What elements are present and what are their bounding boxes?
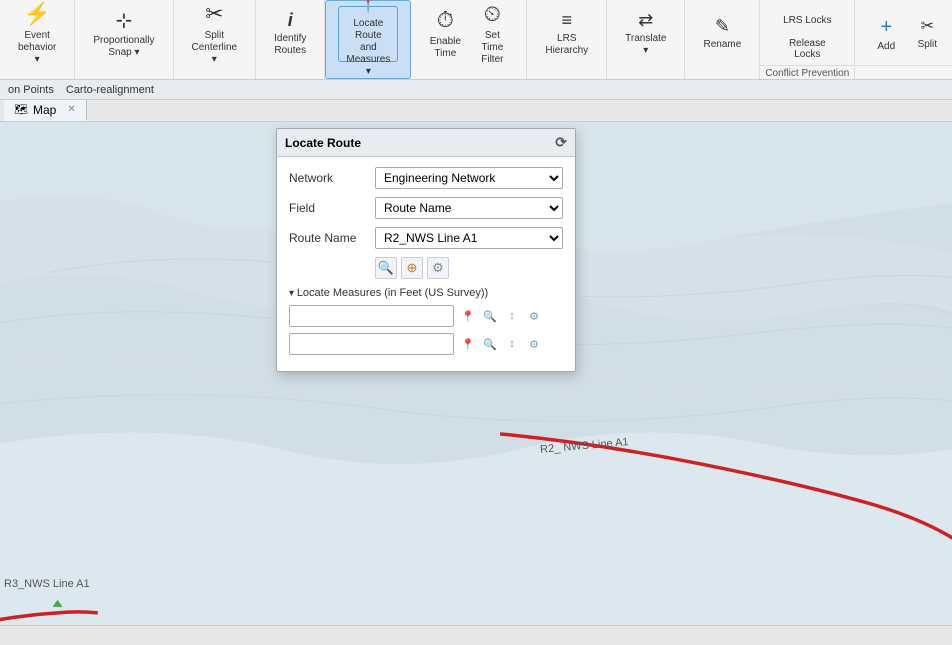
identify-label: Identify Routes [274, 33, 306, 57]
add-button[interactable]: + Add [867, 8, 905, 60]
map-tab-close[interactable]: ✕ [67, 104, 75, 115]
measure-row-2: 📍 🔍 ↕ ⚙ [289, 333, 563, 355]
set-time-filter-button[interactable]: ⏲ Set Time Filter [470, 4, 514, 64]
toolbar-group-events: + Add ✂ Split ⊕ Merge ⊛ DynSeg ↻ Repla [855, 0, 952, 79]
panel-header: Locate Route ⟳ [277, 129, 575, 157]
measure-row-1: 📍 🔍 ↕ ⚙ [289, 305, 563, 327]
network-select[interactable]: Engineering Network Road Network Rail Ne… [375, 167, 563, 189]
measure-input-2[interactable] [289, 333, 454, 355]
event-behavior-icon: ⚡ [23, 1, 50, 27]
field-label: Field [289, 201, 369, 215]
network-row: Network Engineering Network Road Network… [289, 167, 563, 189]
split-cl-icon: ✂ [205, 1, 223, 27]
measure-2-search-icon[interactable]: 🔍 [480, 334, 500, 354]
split-cl-label: Split Centerline ▾ [192, 30, 238, 66]
events-label: Events [855, 65, 952, 79]
add-label: Add [877, 41, 895, 53]
identify-icon: i [288, 10, 293, 32]
release-locks-button[interactable]: Release Locks [772, 36, 842, 62]
status-bar [0, 625, 952, 645]
release-locks-label: Release Locks [776, 38, 838, 60]
map-tab-label: Map [33, 103, 56, 117]
measure-2-pin-icon[interactable]: 📍 [458, 334, 478, 354]
measure-2-icons: 📍 🔍 ↕ ⚙ [458, 334, 544, 354]
enable-time-icon: ⏱ [437, 7, 454, 33]
toolbar-group-snap: ⊹ Proportionally Snap ▾ [75, 0, 173, 79]
set-time-icon: ⏲ [484, 1, 501, 27]
locate-label: Locate Route and Measures ▾ [345, 18, 391, 78]
toolbar-group-locate: 📍 Locate Route and Measures ▾ [325, 0, 411, 79]
lrs-hier-label: LRS Hierarchy [545, 33, 588, 57]
measure-2-swap-icon[interactable]: ↕ [502, 334, 522, 354]
identify-routes-button[interactable]: i Identify Routes [268, 4, 312, 64]
measure-1-icons: 📍 🔍 ↕ ⚙ [458, 306, 544, 326]
search-route-button[interactable]: 🔍 [375, 257, 397, 279]
field-select[interactable]: Route Name Route ID Route Number [375, 197, 563, 219]
translate-label: Translate ▾ [625, 33, 666, 57]
main-toolbar: ⚡ Event behavior ▾ ⊹ Proportionally Snap… [0, 0, 952, 80]
network-label: Network [289, 171, 369, 185]
snap-label: Proportionally Snap ▾ [93, 35, 154, 59]
map-tab-icon: 🗺 [14, 103, 28, 116]
measure-2-settings-icon[interactable]: ⚙ [524, 334, 544, 354]
event-behavior-label: Event behavior ▾ [18, 30, 56, 66]
route-name-label: Route Name [289, 231, 369, 245]
measure-input-1[interactable] [289, 305, 454, 327]
panel-action-icons: 🔍 ⊕ ⚙ [375, 257, 563, 279]
panel-title: Locate Route [285, 136, 361, 150]
toolbar-group-lrs-hier: ≡ LRS Hierarchy [527, 0, 607, 79]
lrs-hier-icon: ≡ [562, 10, 573, 32]
split-centerline-button[interactable]: ✂ Split Centerline ▾ [186, 4, 244, 64]
locate-route-button[interactable]: 📍 Locate Route and Measures ▾ [338, 6, 398, 62]
lrs-locks-button[interactable]: LRS Locks [772, 8, 842, 34]
toolbar-group-split-cl: ✂ Split Centerline ▾ [174, 0, 257, 79]
measure-1-settings-icon[interactable]: ⚙ [524, 306, 544, 326]
route-name-row: Route Name R2_NWS Line A1 R3_NWS Line A1 [289, 227, 563, 249]
locate-route-panel: Locate Route ⟳ Network Engineering Netwo… [276, 128, 576, 372]
conflict-prevention-label: Conflict Prevention [760, 65, 854, 79]
split-icon: ✂ [921, 17, 934, 36]
split-label: Split [918, 39, 937, 51]
measure-1-search-icon[interactable]: 🔍 [480, 306, 500, 326]
map-area[interactable]: R2_ NWS Line A1 R3_NWS Line A1 Locate Ro… [0, 122, 952, 625]
enable-time-button[interactable]: ⏱ Enable Time [423, 4, 467, 64]
toolbar-group-time: ⏱ Enable Time ⏲ Set Time Filter [411, 0, 527, 79]
add-icon: + [880, 15, 892, 39]
tab-row: 🗺 Map ✕ [0, 100, 952, 122]
carto-realignment-label: Carto-realignment [66, 84, 154, 96]
toolbar-group-identify: i Identify Routes [256, 0, 325, 79]
settings-button[interactable]: ⚙ [427, 257, 449, 279]
translate-icon: ⇄ [638, 10, 653, 32]
rename-label: Rename [703, 39, 741, 51]
measure-1-swap-icon[interactable]: ↕ [502, 306, 522, 326]
on-points-label: on Points [8, 84, 54, 96]
field-row: Field Route Name Route ID Route Number [289, 197, 563, 219]
locate-measures-label[interactable]: Locate Measures (in Feet (US Survey)) [289, 287, 563, 299]
measure-1-pin-icon[interactable]: 📍 [458, 306, 478, 326]
split-button[interactable]: ✂ Split [908, 8, 946, 60]
toolbar-group-translate: ⇄ Translate ▾ [607, 0, 685, 79]
toolbar-group-event: ⚡ Event behavior ▾ [0, 0, 75, 79]
lrs-hierarchy-button[interactable]: ≡ LRS Hierarchy [539, 4, 594, 64]
panel-body: Network Engineering Network Road Network… [277, 157, 575, 371]
enable-time-label: Enable Time [430, 36, 461, 60]
event-behavior-button[interactable]: ⚡ Event behavior ▾ [12, 4, 62, 64]
panel-close-button[interactable]: ⟳ [555, 134, 567, 151]
rename-button[interactable]: ✎ Rename [697, 4, 747, 64]
zoom-to-route-button[interactable]: ⊕ [401, 257, 423, 279]
snap-icon: ⊹ [116, 9, 133, 33]
toolbar-group-locks: LRS Locks Release Locks Conflict Prevent… [760, 0, 855, 79]
locate-icon: 📍 [355, 0, 382, 16]
set-time-label: Set Time Filter [476, 30, 508, 66]
rename-icon: ✎ [715, 16, 730, 38]
lrs-locks-label: LRS Locks [783, 15, 831, 26]
proportionally-snap-button[interactable]: ⊹ Proportionally Snap ▾ [87, 4, 160, 64]
toolbar-group-rename: ✎ Rename [685, 0, 760, 79]
translate-button[interactable]: ⇄ Translate ▾ [619, 4, 672, 64]
map-tab[interactable]: 🗺 Map ✕ [4, 100, 87, 121]
route-name-select[interactable]: R2_NWS Line A1 R3_NWS Line A1 [375, 227, 563, 249]
